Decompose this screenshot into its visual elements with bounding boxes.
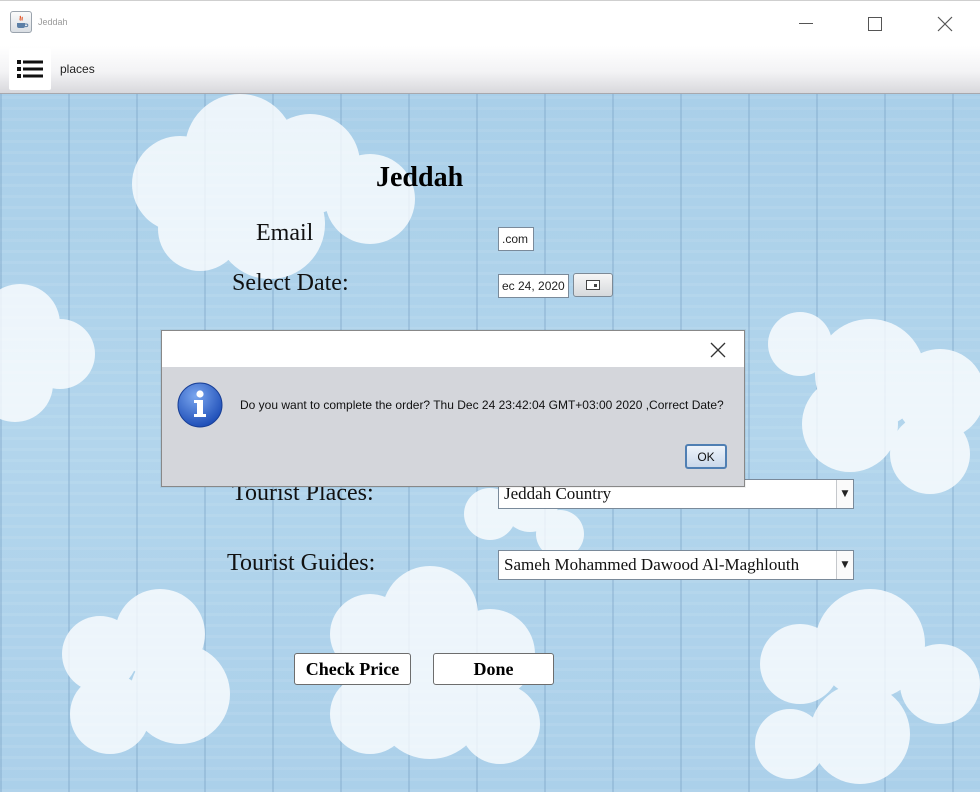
- check-price-button[interactable]: Check Price: [294, 653, 411, 685]
- email-field[interactable]: .com: [498, 227, 534, 251]
- window-title: Jeddah: [38, 17, 68, 27]
- close-icon: [710, 342, 726, 358]
- tourist-guides-select[interactable]: Sameh Mohammed Dawood Al-Maghlouth ▼: [498, 550, 854, 580]
- dialog-message: Do you want to complete the order? Thu D…: [240, 398, 724, 412]
- close-window-button[interactable]: [922, 9, 968, 39]
- dropdown-arrow-icon: ▼: [836, 480, 853, 508]
- select-date-label: Select Date:: [232, 270, 349, 296]
- confirm-dialog: Do you want to complete the order? Thu D…: [161, 330, 745, 487]
- ok-button[interactable]: OK: [685, 444, 727, 469]
- info-icon: [177, 382, 223, 428]
- minimize-button[interactable]: [783, 9, 829, 39]
- list-menu-icon: [17, 60, 43, 78]
- calendar-button[interactable]: [573, 273, 613, 297]
- menu-bar: places: [0, 46, 980, 94]
- email-label: Email: [256, 220, 314, 246]
- dialog-title-bar: [162, 331, 744, 367]
- date-field[interactable]: ec 24, 2020: [498, 274, 569, 298]
- menu-button[interactable]: [9, 48, 51, 90]
- tourist-guides-value: Sameh Mohammed Dawood Al-Maghlouth: [504, 555, 800, 574]
- tourist-guides-label: Tourist Guides:: [227, 550, 376, 576]
- places-menu[interactable]: places: [60, 62, 95, 76]
- minimize-icon: [799, 23, 813, 24]
- page-heading: Jeddah: [376, 162, 464, 193]
- tourist-places-value: Jeddah Country: [504, 484, 612, 503]
- close-icon: [937, 16, 953, 32]
- maximize-button[interactable]: [852, 9, 898, 39]
- dropdown-arrow-icon: ▼: [836, 551, 853, 579]
- maximize-icon: [868, 17, 882, 31]
- calendar-icon: [586, 280, 600, 290]
- window-title-bar: Jeddah: [0, 0, 980, 46]
- java-app-icon: [10, 11, 32, 33]
- done-button[interactable]: Done: [433, 653, 554, 685]
- dialog-close-button[interactable]: [698, 337, 738, 363]
